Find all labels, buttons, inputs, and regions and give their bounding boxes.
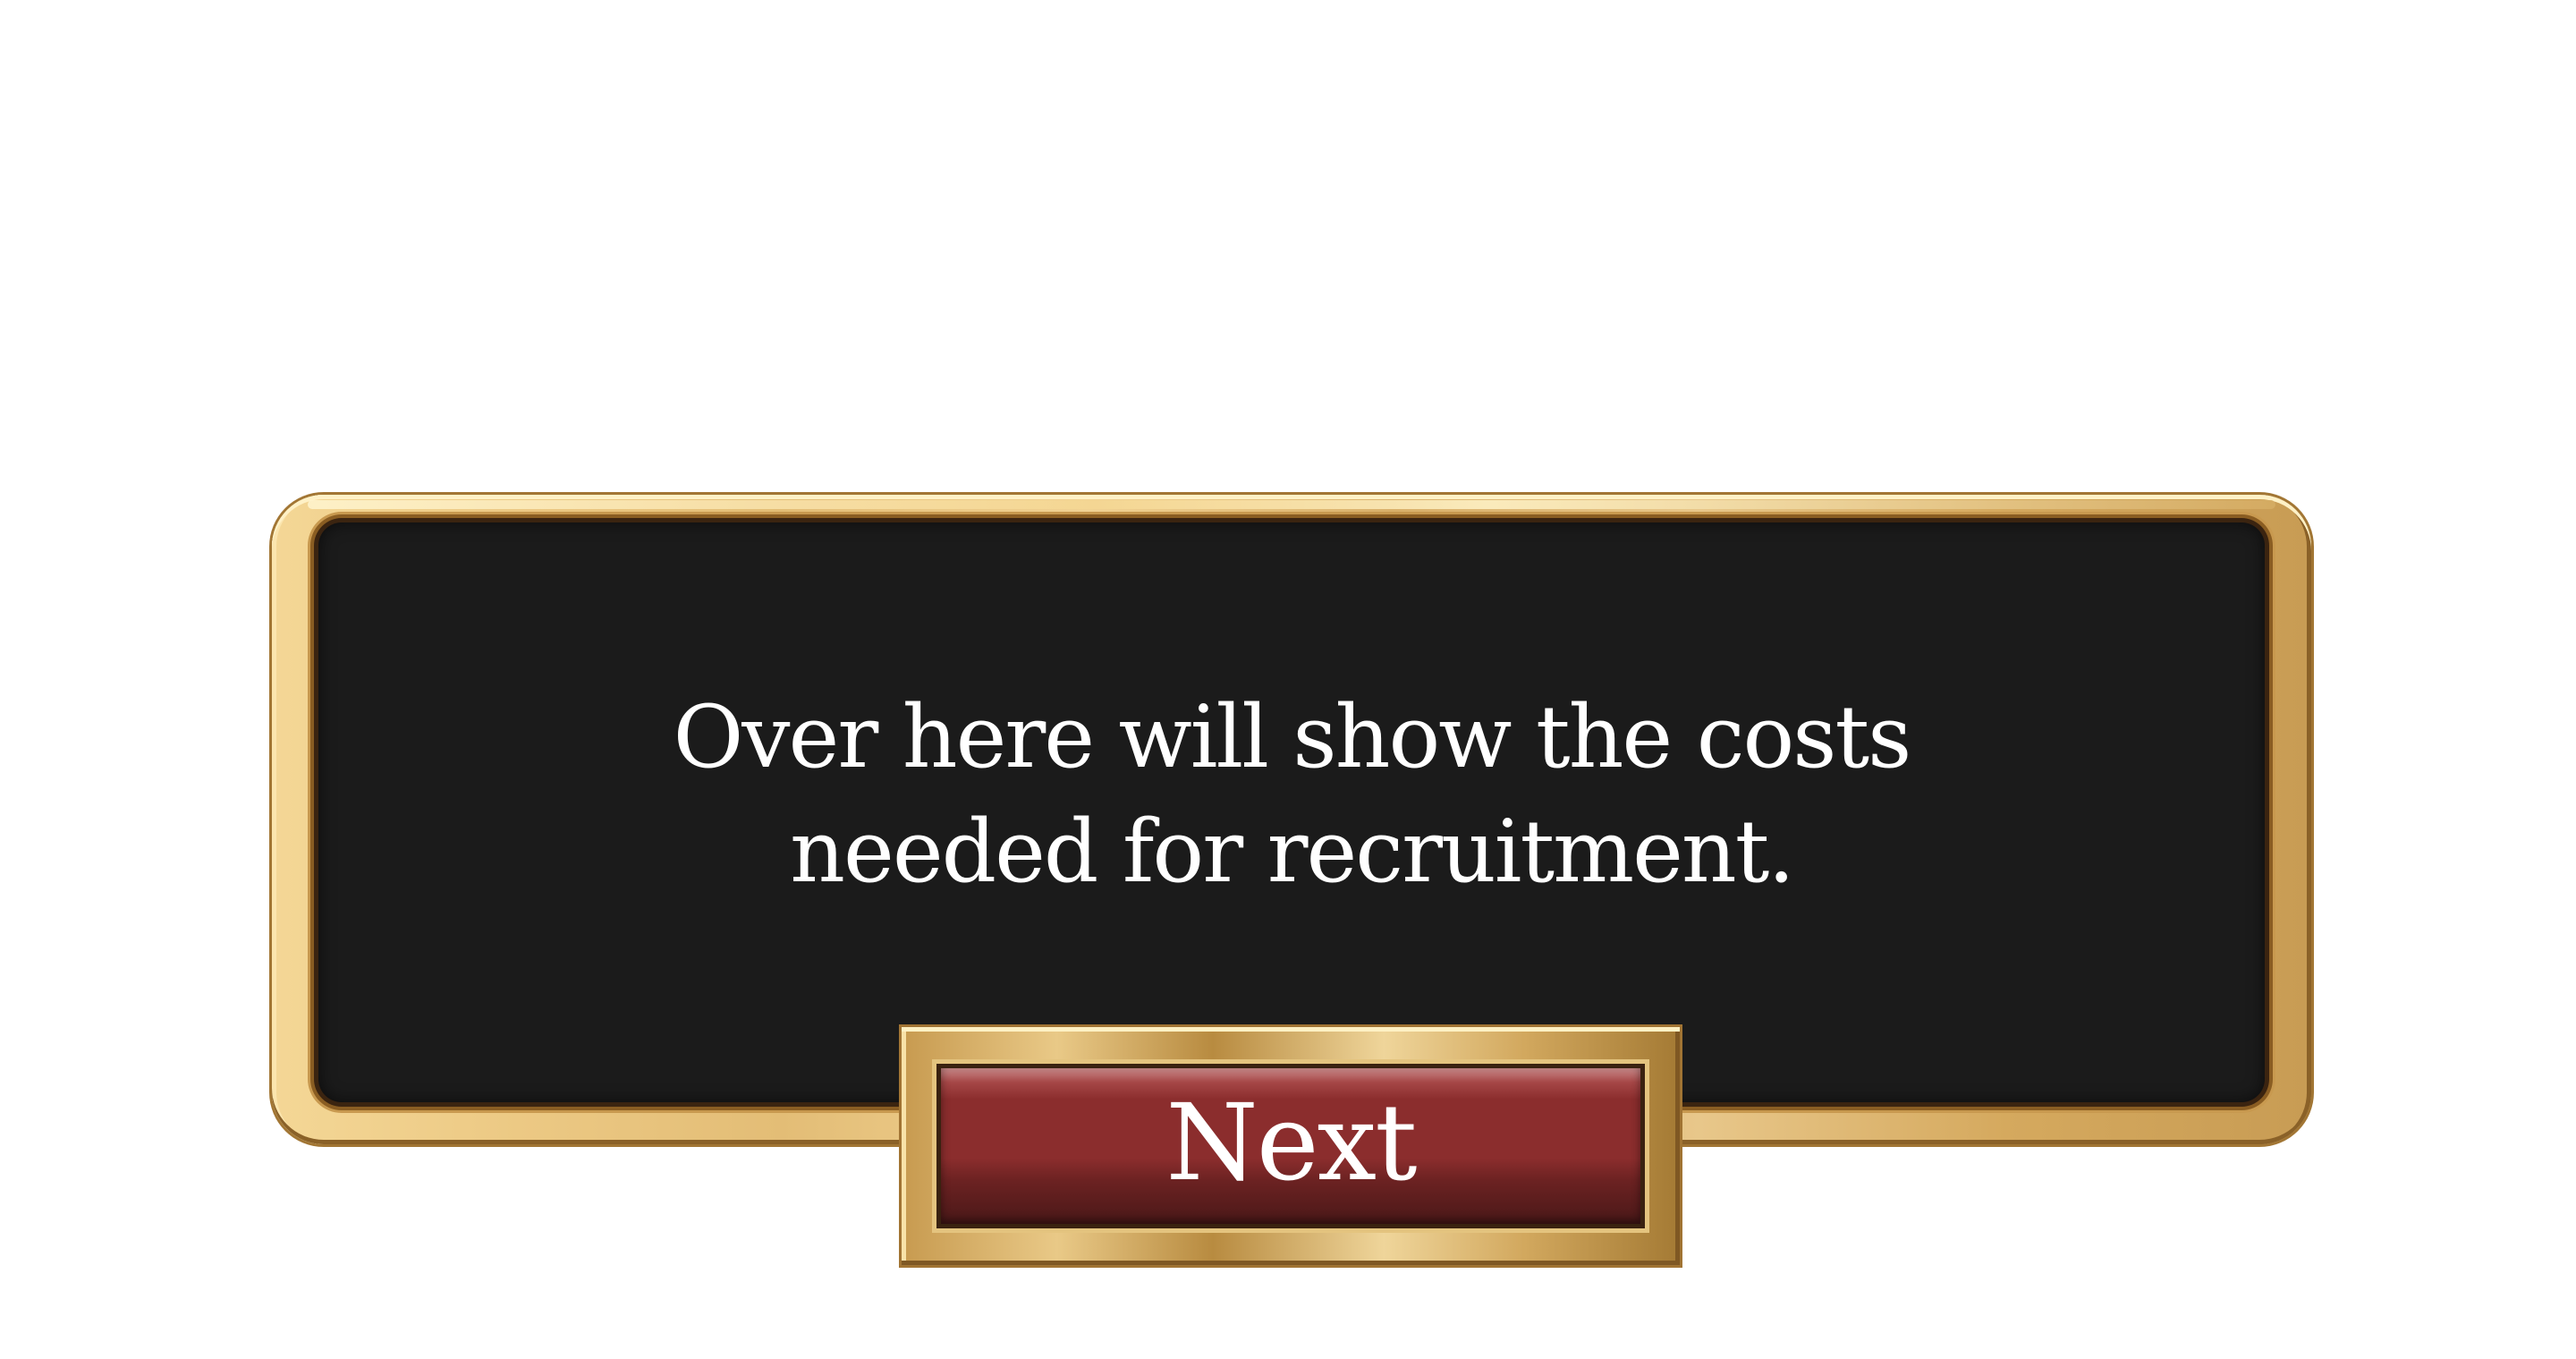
next-button[interactable]: Next: [941, 1068, 1640, 1224]
next-button-label: Next: [1165, 1081, 1417, 1204]
dialog-message: Over here will show the costs needed for…: [673, 687, 1912, 902]
